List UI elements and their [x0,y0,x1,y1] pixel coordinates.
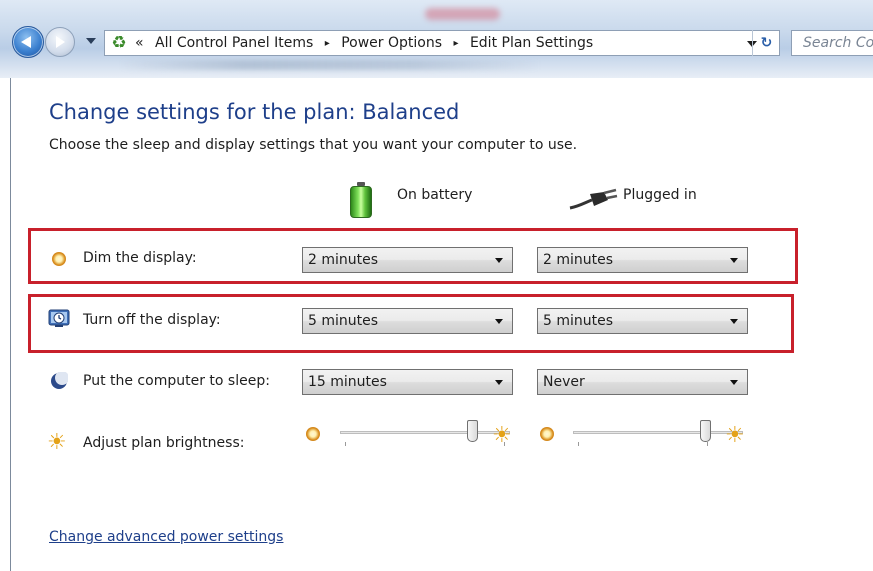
brightness-label: Adjust plan brightness: [83,435,245,451]
column-header-plugged-in: Plugged in [623,187,697,203]
breadcrumb-separator-icon[interactable]: ▸ [325,38,330,49]
chevron-down-icon [730,380,738,385]
sleep-label: Put the computer to sleep: [83,373,270,389]
slider-tick [707,442,708,446]
turn-off-display-battery-select[interactable]: 5 minutes [302,308,513,334]
chevron-down-icon [730,258,738,263]
slider-track [573,431,743,434]
brightness-low-icon [306,427,320,441]
sleep-plugged-select[interactable]: Never [537,369,748,395]
brightness-battery-slider[interactable] [340,420,510,450]
dim-display-battery-select[interactable]: 2 minutes [302,247,513,273]
page-subtitle: Choose the sleep and display settings th… [49,137,578,153]
advanced-power-settings-link[interactable]: Change advanced power settings [49,529,283,545]
brightness-icon: ☀ [47,430,67,455]
breadcrumb: « All Control Panel Items ▸ Power Option… [135,31,593,55]
overflow-chevron[interactable]: « [135,35,144,51]
pane-border [10,78,11,571]
back-button[interactable] [12,26,44,58]
refresh-icon[interactable]: ↻ [752,30,780,56]
forward-button[interactable] [45,27,75,57]
breadcrumb-power-options[interactable]: Power Options [341,35,442,51]
turn-off-display-plugged-value: 5 minutes [543,313,614,329]
turn-off-display-label: Turn off the display: [83,312,221,328]
column-header-on-battery: On battery [397,187,473,203]
dim-display-plugged-value: 2 minutes [543,252,614,268]
chevron-down-icon [495,319,503,324]
breadcrumb-separator-icon[interactable]: ▸ [453,38,458,49]
brightness-high-icon: ☀ [492,423,512,448]
address-bar[interactable]: ♻ « All Control Panel Items ▸ Power Opti… [104,30,780,56]
blurred-title-highlight [425,8,500,20]
chevron-down-icon [495,380,503,385]
monitor-clock-icon [48,309,70,327]
control-panel-icon: ♻ [111,33,127,53]
dim-display-plugged-select[interactable]: 2 minutes [537,247,748,273]
slider-track [340,431,510,434]
turn-off-display-battery-value: 5 minutes [308,313,379,329]
recent-pages-dropdown-icon[interactable] [86,38,96,44]
power-plug-icon [569,188,618,210]
slider-tick [578,442,579,446]
dim-display-icon [52,252,66,266]
breadcrumb-edit-plan-settings[interactable]: Edit Plan Settings [470,35,593,51]
page-title: Change settings for the plan: Balanced [49,100,460,124]
brightness-high-icon: ☀ [725,423,745,448]
dim-display-battery-value: 2 minutes [308,252,379,268]
search-input[interactable]: Search Co [791,30,873,56]
chevron-down-icon [730,319,738,324]
slider-thumb[interactable] [467,420,478,442]
sleep-battery-select[interactable]: 15 minutes [302,369,513,395]
dim-display-label: Dim the display: [83,250,197,266]
chevron-down-icon [495,258,503,263]
battery-icon [350,182,372,218]
turn-off-display-plugged-select[interactable]: 5 minutes [537,308,748,334]
sleep-plugged-value: Never [543,374,585,390]
sleep-battery-value: 15 minutes [308,374,387,390]
slider-tick [345,442,346,446]
blurred-toolbar-band [120,60,540,70]
breadcrumb-all-control-panel-items[interactable]: All Control Panel Items [155,35,313,51]
sleep-moon-icon [51,372,68,389]
brightness-low-icon [540,427,554,441]
brightness-plugged-slider[interactable] [573,420,743,450]
slider-thumb[interactable] [700,420,711,442]
